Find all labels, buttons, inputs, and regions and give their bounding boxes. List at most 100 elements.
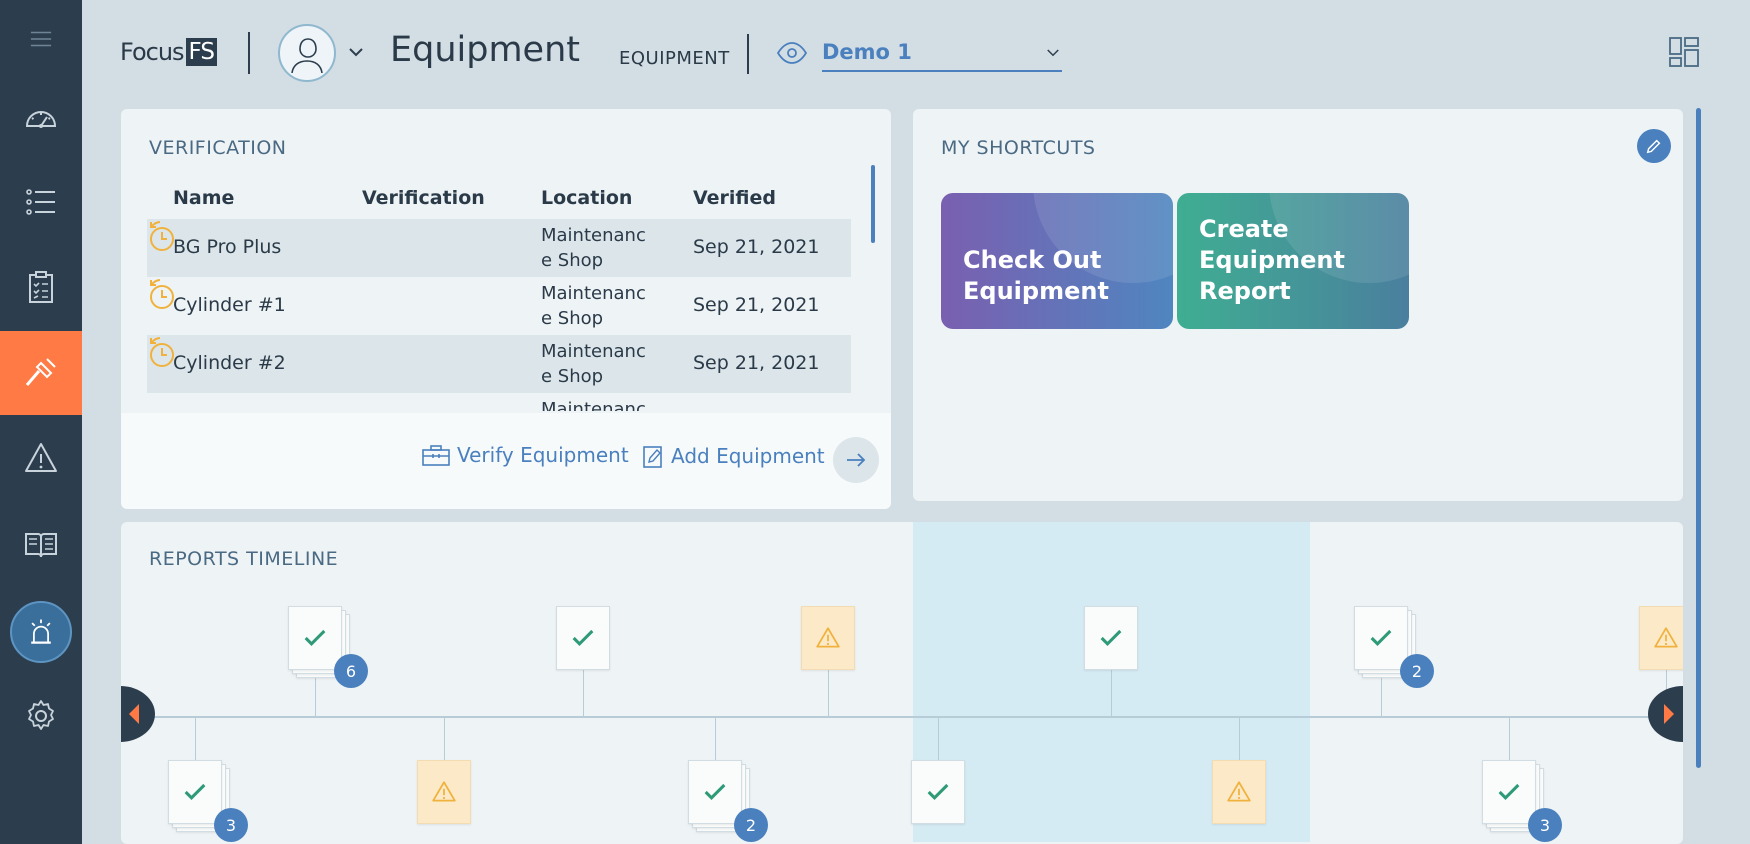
arrow-right-icon [1664, 704, 1674, 724]
alarm-icon [31, 619, 51, 644]
row-location: Maintenanc [541, 399, 646, 411]
timeline-stem [1239, 718, 1240, 760]
report-count-badge: 3 [1528, 808, 1562, 842]
table-scrollbar[interactable] [871, 165, 875, 243]
logo-badge: FS [185, 38, 217, 66]
report-page [417, 760, 471, 824]
timeline-incident-report[interactable] [417, 760, 475, 824]
column-header[interactable]: Name [173, 187, 234, 209]
sidebar-item-manual[interactable] [0, 502, 82, 586]
row-name: Cylinder #1 [173, 294, 286, 316]
timeline-report[interactable] [911, 760, 969, 824]
timeline-stem [938, 718, 939, 760]
shortcut-create-equipment-report[interactable]: Create Equipment Report [1177, 193, 1409, 329]
timeline-incident-report[interactable] [801, 606, 859, 670]
logo-text: Focus [120, 38, 185, 66]
chevron-down-icon[interactable] [344, 40, 368, 64]
column-header[interactable]: Verified [693, 187, 776, 209]
report-page [801, 606, 855, 670]
arrow-left-icon [129, 704, 139, 724]
verification-title: VERIFICATION [149, 137, 287, 159]
header-divider-2 [747, 34, 749, 74]
warning-icon [816, 627, 840, 648]
shortcut-label: Check Out Equipment [963, 246, 1109, 305]
manual-icon [25, 533, 57, 558]
header: Focus FS Equipment EQUIPMENT Demo 1 [82, 0, 1750, 108]
check-icon [704, 783, 726, 800]
chevron-down-icon [1047, 49, 1059, 57]
warning-icon [432, 781, 456, 802]
verification-card: VERIFICATION Name Verification Location … [121, 109, 891, 509]
row-verified: Sep 21, 2021 [693, 352, 820, 374]
check-icon [1100, 629, 1122, 646]
check-icon [304, 629, 326, 646]
dashboard-icon [25, 111, 57, 128]
table-body: BG Pro Plus Maintenanc e Shop Sep 21, 20… [147, 219, 851, 411]
add-equipment-button[interactable]: Add Equipment [641, 443, 825, 469]
report-page [1212, 760, 1266, 824]
focusfs-logo[interactable]: Focus FS [120, 38, 217, 66]
edit-shortcuts-button[interactable] [1637, 129, 1671, 163]
report-page [288, 606, 342, 670]
report-page [168, 760, 222, 824]
timeline-axis [121, 716, 1679, 718]
table-row[interactable]: Maintenanc [147, 393, 851, 411]
checklist-icon [29, 271, 53, 303]
toolbox-icon [422, 445, 450, 466]
timeline-stem [715, 718, 716, 760]
timeline-report[interactable] [1084, 606, 1142, 670]
avatar[interactable] [278, 24, 336, 82]
verify-equipment-button[interactable]: Verify Equipment [421, 443, 629, 467]
check-icon [572, 629, 594, 646]
sidebar-item-dashboard[interactable] [0, 76, 82, 160]
menu-icon [30, 31, 52, 47]
demo-select[interactable]: Demo 1 [822, 36, 1062, 72]
timeline-report[interactable] [556, 606, 614, 670]
timeline-next-button[interactable] [1648, 686, 1683, 742]
column-header[interactable]: Location [541, 187, 632, 209]
timeline-stem [1509, 718, 1510, 760]
sidebar-item-equipment[interactable] [0, 331, 82, 415]
table-row[interactable]: Cylinder #1 Maintenanc e Shop Sep 21, 20… [147, 277, 851, 335]
layout-grid-icon[interactable] [1668, 36, 1700, 68]
demo-select-value: Demo 1 [822, 40, 912, 64]
header-divider [248, 32, 250, 74]
page-scrollbar[interactable] [1696, 108, 1701, 768]
timeline-stem [1111, 670, 1112, 718]
list-icon [26, 189, 55, 215]
pencil-icon [1646, 139, 1661, 154]
sidebar-item-settings[interactable] [0, 674, 82, 758]
sidebar [0, 0, 82, 844]
breadcrumb[interactable]: EQUIPMENT [619, 48, 730, 69]
column-header[interactable]: Verification [362, 187, 485, 209]
timeline-title: REPORTS TIMELINE [149, 548, 339, 570]
arrow-right-icon [847, 453, 866, 467]
report-page [911, 760, 965, 824]
timeline-stem [583, 670, 584, 718]
sidebar-item-checklist[interactable] [0, 245, 82, 329]
table-row[interactable]: Cylinder #2 Maintenanc e Shop Sep 21, 20… [147, 335, 851, 393]
sidebar-item-incidents[interactable] [0, 416, 82, 500]
table-header: Name Verification Location Verified [147, 181, 851, 217]
verification-next-button[interactable] [833, 437, 879, 483]
menu-button[interactable] [0, 0, 82, 78]
report-count-badge: 2 [1400, 654, 1434, 688]
sidebar-item-list[interactable] [0, 160, 82, 244]
timeline-incident-report[interactable] [1639, 606, 1683, 670]
sidebar-item-alarm[interactable] [0, 590, 82, 674]
table-row[interactable]: BG Pro Plus Maintenanc e Shop Sep 21, 20… [147, 219, 851, 277]
eye-icon [776, 42, 808, 64]
page-title: Equipment [390, 30, 580, 70]
row-location: Maintenanc e Shop [541, 283, 646, 329]
shortcut-label: Create Equipment Report [1199, 215, 1345, 305]
verification-footer: Verify Equipment Add Equipment [121, 413, 891, 509]
edit-icon [643, 446, 662, 468]
alarm-button[interactable] [10, 601, 72, 663]
timeline-prev-button[interactable] [121, 686, 155, 742]
row-location: Maintenanc e Shop [541, 341, 646, 387]
shortcuts-title: MY SHORTCUTS [941, 137, 1096, 159]
check-icon [1498, 783, 1520, 800]
shortcut-check-out-equipment[interactable]: Check Out Equipment [941, 193, 1173, 329]
timeline-stem [828, 670, 829, 718]
timeline-incident-report[interactable] [1212, 760, 1270, 824]
